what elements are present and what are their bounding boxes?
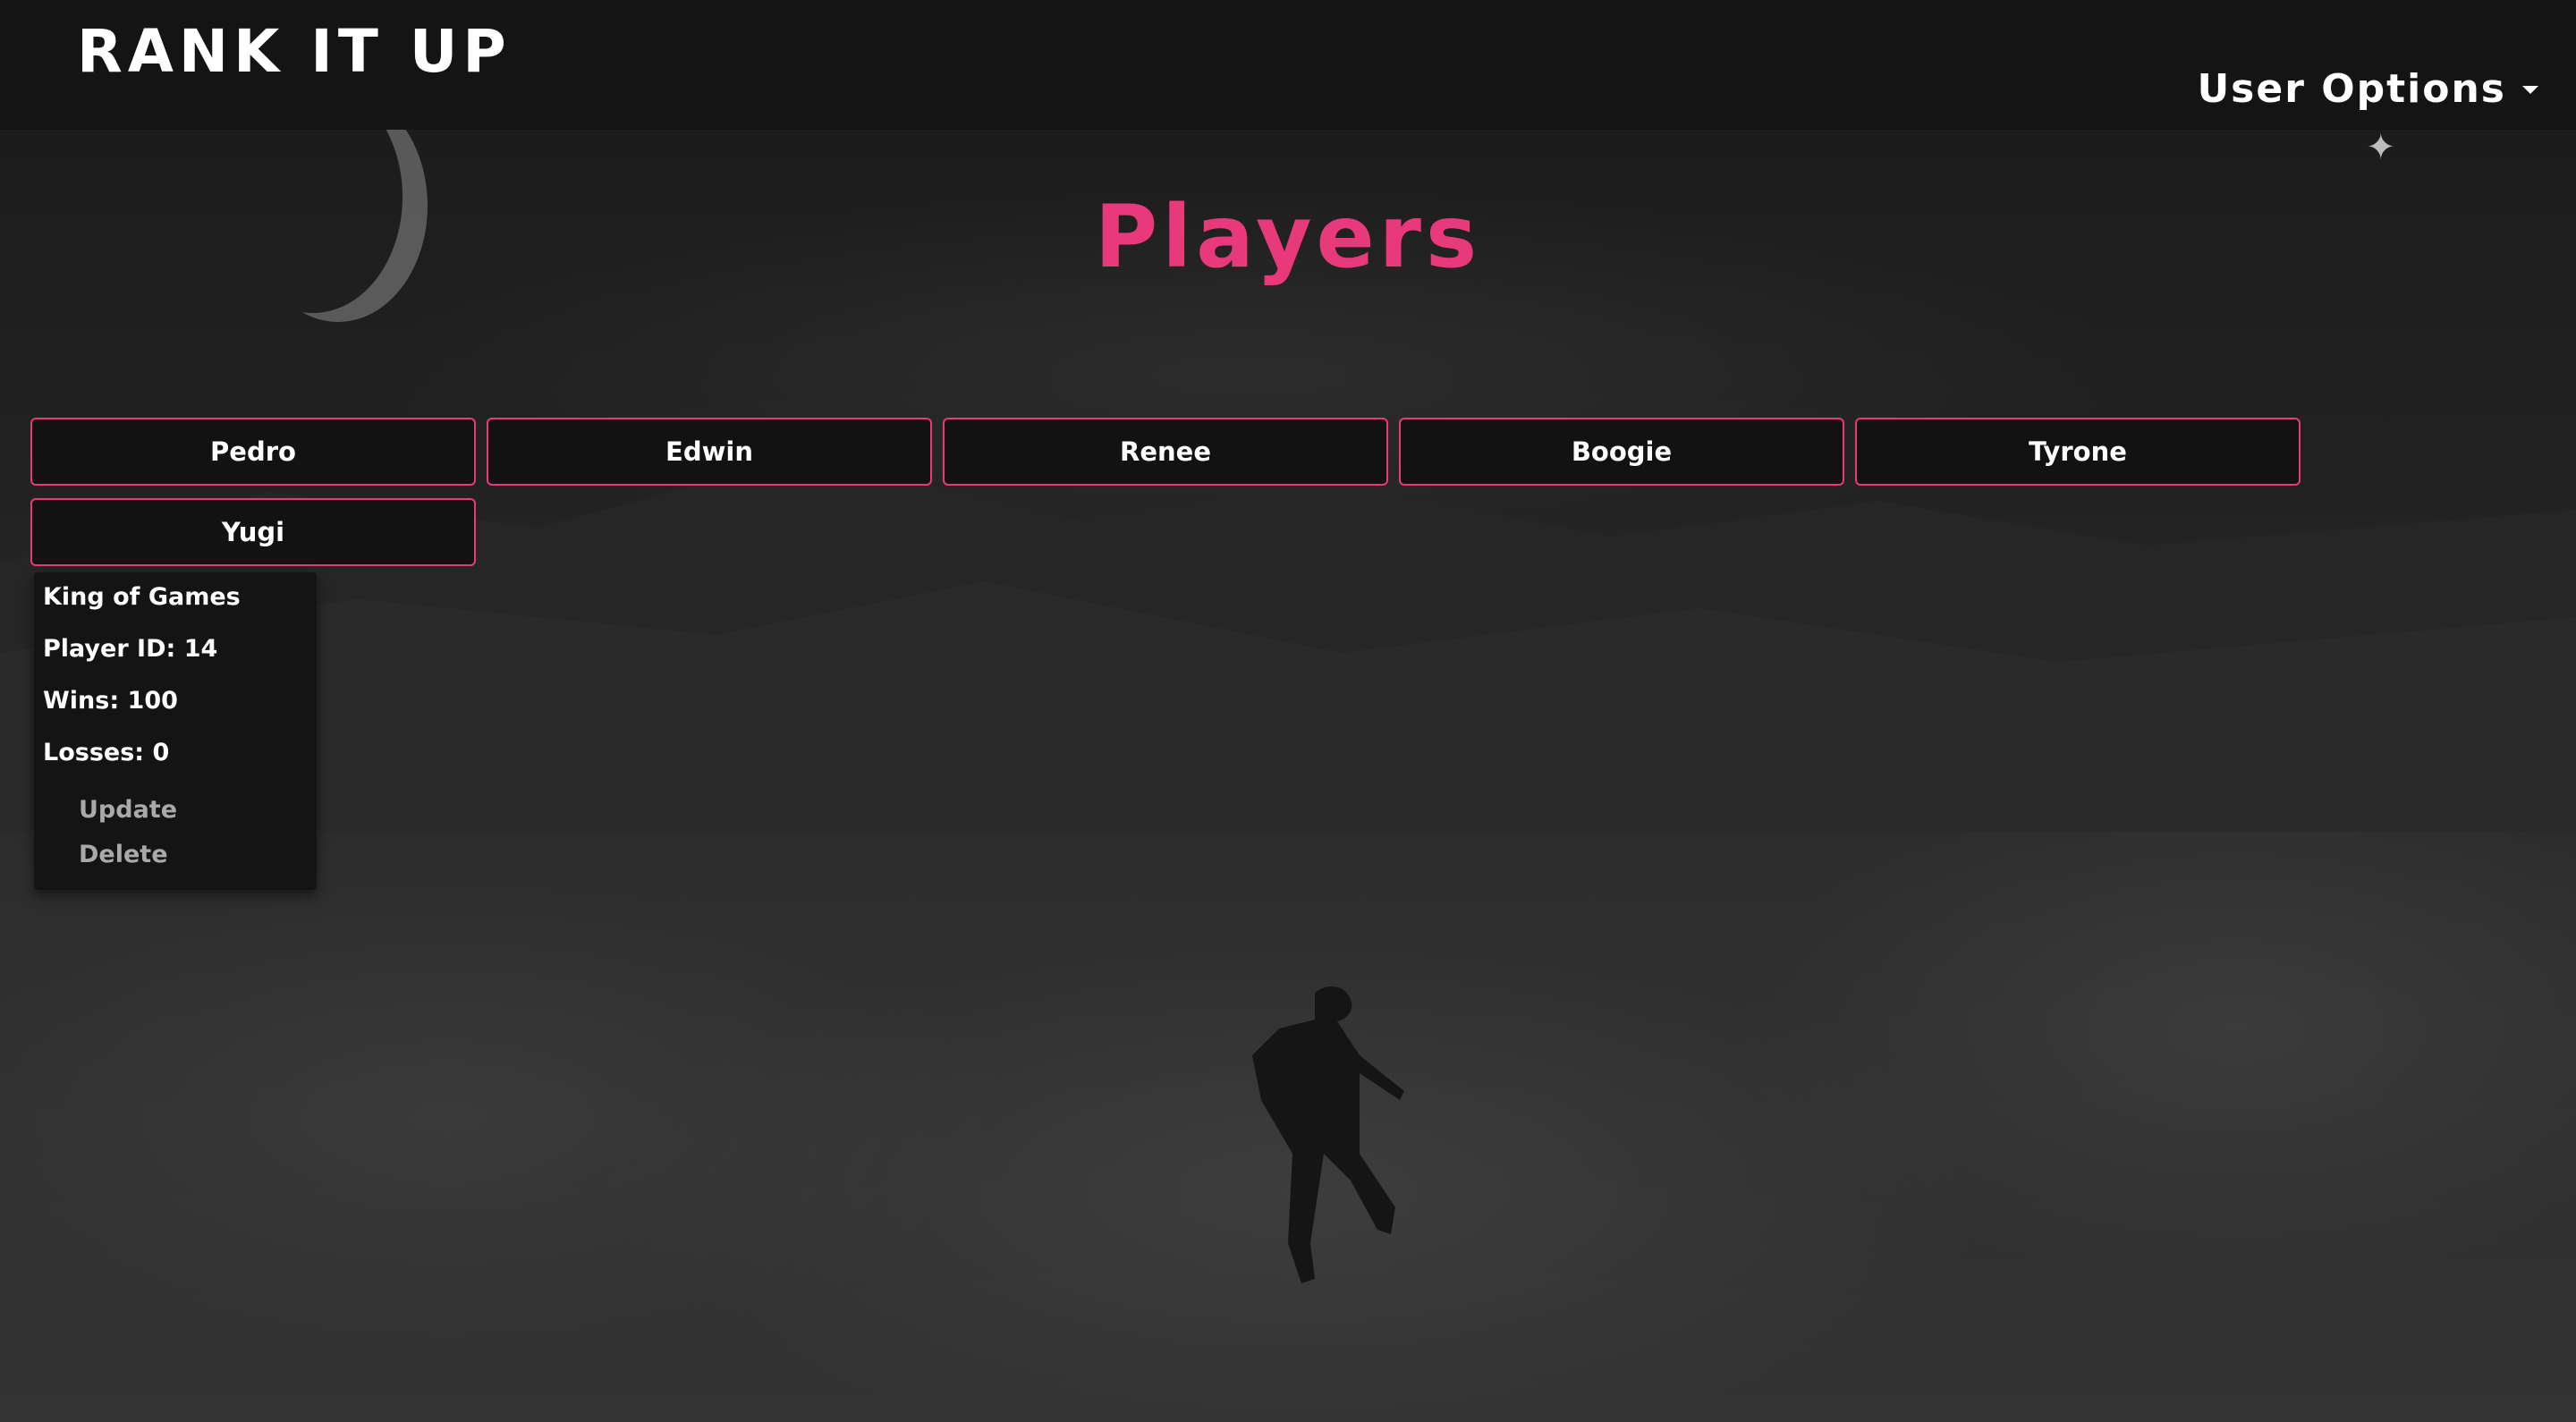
star-icon: ✦ xyxy=(2366,127,2396,168)
update-player-link[interactable]: Update xyxy=(79,794,177,826)
player-button-tyrone[interactable]: Tyrone xyxy=(1855,418,2301,486)
page-title: Players xyxy=(1094,187,1482,287)
brand-logo[interactable]: RANK IT UP xyxy=(77,16,512,88)
player-details-dropdown: King of Games Player ID: 14 Wins: 100 Lo… xyxy=(34,572,317,890)
delete-player-link[interactable]: Delete xyxy=(79,839,168,871)
top-navbar: RANK IT UP User Options xyxy=(0,0,2576,130)
falling-person-silhouette xyxy=(1252,986,1404,1283)
player-id: Player ID: 14 xyxy=(43,635,218,663)
player-button-yugi[interactable]: Yugi xyxy=(30,498,476,566)
player-button-renee[interactable]: Renee xyxy=(943,418,1388,486)
caret-down-icon xyxy=(2522,85,2538,94)
user-options-label: User Options xyxy=(2197,66,2506,112)
player-title: King of Games xyxy=(43,583,241,611)
player-wins: Wins: 100 xyxy=(43,687,178,715)
player-button-boogie[interactable]: Boogie xyxy=(1399,418,1844,486)
page-background: ✦ RANK IT UP User Options Players Pedro … xyxy=(0,0,2576,1422)
user-options-dropdown[interactable]: User Options xyxy=(2197,63,2538,116)
player-button-pedro[interactable]: Pedro xyxy=(30,418,476,486)
player-button-edwin[interactable]: Edwin xyxy=(487,418,932,486)
player-losses: Losses: 0 xyxy=(43,739,170,766)
